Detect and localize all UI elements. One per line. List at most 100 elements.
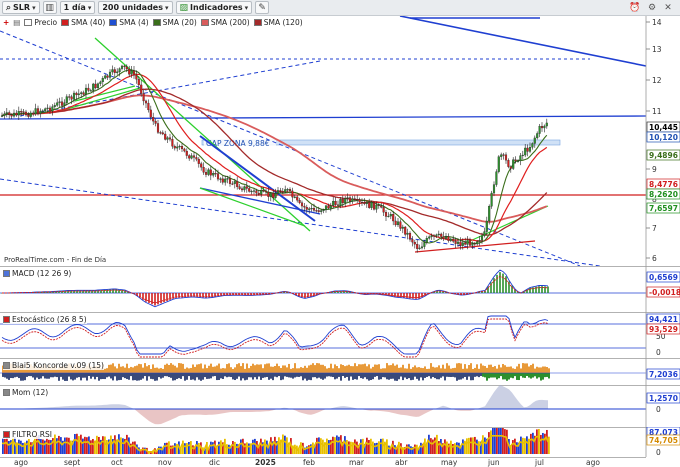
koncorde-base-bar [228, 373, 230, 377]
koncorde-base-bar [224, 373, 226, 377]
macd-legend[interactable]: MACD (12 26 9) [3, 268, 72, 278]
settings-icon[interactable]: ⚙ [645, 1, 659, 14]
candle-body [212, 173, 215, 176]
candle-body [147, 102, 150, 111]
koncorde-base-bar [236, 373, 238, 379]
rsi-bar [398, 441, 400, 454]
koncorde-base-bar [12, 373, 14, 379]
rsi-bar [402, 447, 404, 454]
rsi-legend[interactable]: FILTRO RSI [3, 429, 52, 439]
add-indicator-icon[interactable]: + [3, 18, 9, 27]
candle-body [58, 101, 61, 103]
stoch-legend[interactable]: Estocástico (26 8 5) [3, 314, 87, 324]
koncorde-orange-bar [232, 368, 234, 373]
koncorde-base-bar [320, 373, 322, 379]
mom-legend[interactable]: Mom (12) [3, 387, 49, 397]
koncorde-base-bar [74, 373, 76, 380]
chevron-down-icon: ▾ [87, 3, 92, 12]
koncorde-base-bar [324, 373, 326, 379]
candle-body [406, 232, 409, 235]
koncorde-base-bar [210, 373, 212, 379]
timeframe-selector[interactable]: 1 día ▾ [59, 1, 96, 14]
candle-body [396, 221, 400, 226]
koncorde-base-bar [338, 373, 340, 377]
blai5-legend[interactable]: Blai5 Koncorde v.09 (15) [3, 360, 104, 370]
rsi-bar [196, 441, 198, 454]
panel-options-icon[interactable]: ▤ [13, 18, 20, 27]
koncorde-orange-bar [274, 365, 276, 373]
koncorde-orange-bar [412, 367, 414, 373]
koncorde-orange-bar [120, 366, 122, 373]
candle-body [300, 202, 304, 207]
rsi-bar [536, 429, 538, 454]
macd-panel[interactable]: 0,6569 -0,0018 [0, 266, 680, 312]
candle-body [334, 200, 337, 205]
momentum-panel[interactable]: 0 1,2570 [0, 385, 680, 427]
koncorde-orange-bar [520, 368, 522, 373]
macd-bar [511, 285, 513, 293]
legend-item-sma120[interactable]: SMA (120) [253, 18, 303, 27]
koncorde-orange-bar [242, 363, 244, 373]
candle-body [437, 233, 440, 236]
price-panel[interactable]: GAP ZONA 9,88€ 141312119876 10,44510,120… [0, 16, 680, 266]
koncorde-orange-bar [390, 365, 392, 373]
koncorde-base-bar [376, 373, 378, 377]
koncorde-base-bar [326, 373, 328, 377]
date-axis-labels: ago sept oct nov dic 2025 feb mar abr may jun jul ag… [14, 458, 600, 467]
alarm-clock-icon[interactable]: ⏰ [628, 1, 642, 14]
koncorde-orange-bar [126, 363, 128, 373]
units-selector[interactable]: 200 unidades ▾ [98, 1, 173, 14]
rsi-bar [484, 437, 486, 454]
koncorde-orange-bar [488, 364, 490, 373]
rsi-bar [80, 434, 82, 454]
candle-body [291, 190, 294, 198]
legend-item-sma40[interactable]: SMA (40) [61, 18, 106, 27]
legend-item-precio[interactable]: Precio [24, 18, 58, 27]
draw-tools-button[interactable]: ✎ [255, 1, 270, 14]
koncorde-orange-bar [270, 366, 272, 373]
koncorde-orange-bar [160, 368, 162, 373]
rsi-bar [334, 437, 336, 454]
rsi-bar [120, 437, 122, 454]
koncorde-orange-bar [492, 366, 494, 373]
koncorde-base-bar [428, 373, 430, 377]
koncorde-base-bar [168, 373, 170, 378]
koncorde-base-bar [16, 373, 18, 377]
stoch-tick-0: 0 [656, 348, 661, 357]
rsi-panel[interactable]: 0 87,07374,705 [0, 427, 680, 457]
koncorde-orange-bar [516, 366, 518, 373]
candle-body [22, 111, 25, 113]
koncorde-base-bar [130, 373, 132, 377]
close-icon[interactable]: ✕ [661, 1, 675, 14]
candle-body [60, 101, 64, 106]
rsi-bar [312, 442, 314, 454]
koncorde-base-bar [372, 373, 374, 380]
koncorde-orange-bar [320, 364, 322, 373]
legend-item-sma4[interactable]: SMA (4) [109, 18, 149, 27]
legend-item-sma200[interactable]: SMA (200) [200, 18, 250, 27]
koncorde-orange-bar [154, 367, 156, 373]
koncorde-orange-bar [392, 363, 394, 373]
candle-body [243, 186, 246, 191]
koncorde-base-bar [440, 373, 442, 378]
koncorde-base-bar [468, 373, 470, 377]
koncorde-base-bar [248, 373, 250, 378]
legend-swatch [200, 19, 209, 26]
candle-body [432, 235, 436, 237]
rsi-bar [470, 437, 472, 454]
koncorde-orange-bar [366, 366, 368, 373]
mom-tick-0: 0 [656, 405, 661, 414]
legend-swatch [3, 315, 10, 323]
koncorde-base-bar [230, 373, 232, 378]
rsi-bar [428, 434, 430, 454]
symbol-selector[interactable]: ⌕ SLR ▾ [2, 1, 40, 14]
chart-type-button[interactable]: ▥ [42, 1, 57, 14]
indicators-button[interactable]: ▨ Indicadores ▾ [175, 1, 253, 14]
rsi-bar [468, 437, 470, 454]
koncorde-base-bar [24, 373, 26, 381]
koncorde-base-bar [198, 373, 200, 380]
legend-item-sma20[interactable]: SMA (20) [152, 18, 197, 27]
koncorde-orange-bar [328, 367, 330, 373]
candle-body [351, 198, 354, 202]
stochastic-panel[interactable]: 50 0 94,42193,529 [0, 312, 680, 358]
